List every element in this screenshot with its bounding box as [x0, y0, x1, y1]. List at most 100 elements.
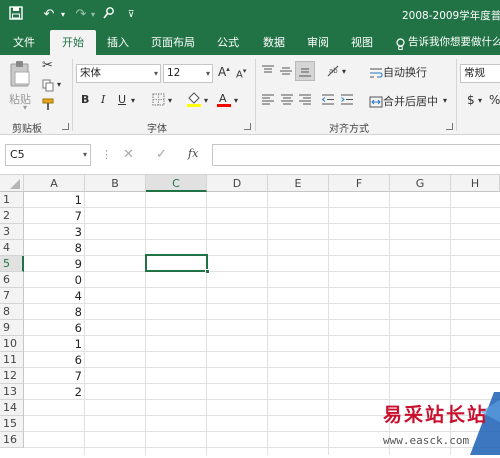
- column-header-g[interactable]: G: [390, 175, 451, 192]
- formula-input[interactable]: [212, 144, 500, 166]
- wrap-text-button[interactable]: 自动换行: [369, 64, 427, 80]
- align-left-icon[interactable]: [261, 93, 275, 109]
- insert-function-button[interactable]: fx: [188, 147, 198, 160]
- cell-a8[interactable]: 8: [24, 304, 84, 320]
- active-cell[interactable]: [145, 254, 210, 274]
- row-header[interactable]: 14: [0, 400, 24, 416]
- cell-a7[interactable]: 4: [24, 288, 84, 304]
- paste-label[interactable]: 粘贴: [9, 91, 31, 107]
- touch-mode-icon[interactable]: [100, 6, 118, 24]
- row-header[interactable]: 6: [0, 272, 24, 288]
- bold-button[interactable]: B: [81, 93, 89, 106]
- tab-home[interactable]: 开始: [50, 30, 96, 55]
- row-header[interactable]: 16: [0, 432, 24, 448]
- check-icon[interactable]: ✓: [156, 147, 167, 162]
- column-header-b[interactable]: B: [85, 175, 146, 192]
- number-format-select[interactable]: 常规: [460, 64, 500, 83]
- currency-button[interactable]: $: [467, 93, 475, 107]
- row-header[interactable]: 8: [0, 304, 24, 320]
- underline-button[interactable]: U: [118, 93, 126, 106]
- column-header-e[interactable]: E: [268, 175, 329, 192]
- fill-color-dropdown-icon[interactable]: ▾: [204, 96, 208, 105]
- copy-dropdown-icon[interactable]: ▾: [57, 80, 61, 89]
- font-launcher-icon[interactable]: [244, 123, 251, 130]
- cell-a10[interactable]: 1: [24, 336, 84, 352]
- tab-view[interactable]: 视图: [344, 30, 380, 55]
- percent-button[interactable]: %: [489, 93, 500, 107]
- cell-a9[interactable]: 6: [24, 320, 84, 336]
- font-color-icon[interactable]: A: [216, 91, 232, 110]
- row-header[interactable]: 7: [0, 288, 24, 304]
- clipboard-launcher-icon[interactable]: [62, 123, 69, 130]
- tab-data[interactable]: 数据: [254, 30, 294, 55]
- cell-a13[interactable]: 2: [24, 384, 84, 400]
- align-middle-icon[interactable]: [279, 64, 293, 81]
- paste-dropdown-icon[interactable]: ▾: [23, 103, 27, 112]
- row-header[interactable]: 4: [0, 240, 24, 256]
- fill-handle[interactable]: [205, 269, 210, 274]
- row-header[interactable]: 13: [0, 384, 24, 400]
- cell-a3[interactable]: 3: [24, 224, 84, 240]
- tab-review[interactable]: 审阅: [300, 30, 336, 55]
- row-header[interactable]: 2: [0, 208, 24, 224]
- format-painter-icon[interactable]: [42, 98, 56, 114]
- orientation-icon[interactable]: ab: [326, 64, 342, 81]
- customize-toolbar-icon[interactable]: ⊽: [124, 6, 138, 24]
- borders-icon[interactable]: [152, 93, 165, 109]
- grow-font-button[interactable]: A▴: [218, 65, 230, 79]
- cell-a1[interactable]: 1: [24, 192, 84, 208]
- cancel-icon[interactable]: ✕: [123, 147, 134, 162]
- tab-insert[interactable]: 插入: [100, 30, 136, 55]
- row-header[interactable]: 15: [0, 416, 24, 432]
- cell-a11[interactable]: 6: [24, 352, 84, 368]
- cut-icon[interactable]: ✂: [42, 58, 53, 73]
- column-header-h[interactable]: H: [451, 175, 500, 192]
- undo-icon[interactable]: ↶: [40, 6, 58, 24]
- tab-file[interactable]: 文件: [6, 30, 42, 55]
- column-header-d[interactable]: D: [207, 175, 268, 192]
- font-size-select[interactable]: 12 ▾: [163, 64, 213, 83]
- orientation-dropdown-icon[interactable]: ▾: [342, 67, 346, 76]
- name-box[interactable]: C5 ▾: [5, 144, 91, 166]
- save-icon[interactable]: [6, 6, 26, 24]
- decrease-indent-icon[interactable]: [321, 93, 335, 109]
- fill-color-icon[interactable]: [186, 91, 202, 110]
- increase-indent-icon[interactable]: [340, 93, 354, 109]
- cell-a4[interactable]: 8: [24, 240, 84, 256]
- align-center-icon[interactable]: [280, 93, 294, 109]
- cell-a2[interactable]: 7: [24, 208, 84, 224]
- tell-me-box[interactable]: 告诉我你想要做什么: [396, 30, 500, 55]
- underline-dropdown-icon[interactable]: ▾: [131, 96, 135, 105]
- row-header[interactable]: 1: [0, 192, 24, 208]
- cell-a12[interactable]: 7: [24, 368, 84, 384]
- row-header[interactable]: 10: [0, 336, 24, 352]
- row-header[interactable]: 11: [0, 352, 24, 368]
- row-header[interactable]: 5: [0, 256, 24, 272]
- borders-dropdown-icon[interactable]: ▾: [168, 96, 172, 105]
- paste-icon[interactable]: [8, 60, 32, 91]
- select-all-corner[interactable]: [0, 175, 24, 192]
- tab-page-layout[interactable]: 页面布局: [146, 30, 200, 55]
- column-header-a[interactable]: A: [24, 175, 85, 192]
- currency-dropdown-icon[interactable]: ▾: [478, 96, 482, 105]
- row-header[interactable]: 3: [0, 224, 24, 240]
- column-header-f[interactable]: F: [329, 175, 390, 192]
- redo-dropdown-icon[interactable]: ▾: [88, 6, 98, 24]
- align-right-icon[interactable]: [298, 93, 312, 109]
- row-header[interactable]: 9: [0, 320, 24, 336]
- merge-center-button[interactable]: 合并后居中: [369, 93, 438, 109]
- font-color-dropdown-icon[interactable]: ▾: [234, 96, 238, 105]
- tab-formulas[interactable]: 公式: [208, 30, 248, 55]
- font-name-select[interactable]: 宋体 ▾: [76, 64, 161, 83]
- align-top-icon[interactable]: [261, 64, 275, 81]
- cell-a5[interactable]: 9: [24, 256, 84, 272]
- italic-button[interactable]: I: [101, 93, 105, 106]
- cell-a6[interactable]: 0: [24, 272, 84, 288]
- undo-dropdown-icon[interactable]: ▾: [58, 6, 68, 24]
- copy-icon[interactable]: [42, 79, 55, 95]
- merge-dropdown-icon[interactable]: ▾: [443, 96, 447, 105]
- column-header-c[interactable]: C: [146, 175, 207, 192]
- alignment-launcher-icon[interactable]: [446, 123, 453, 130]
- shrink-font-button[interactable]: A▾: [236, 67, 246, 80]
- row-header[interactable]: 12: [0, 368, 24, 384]
